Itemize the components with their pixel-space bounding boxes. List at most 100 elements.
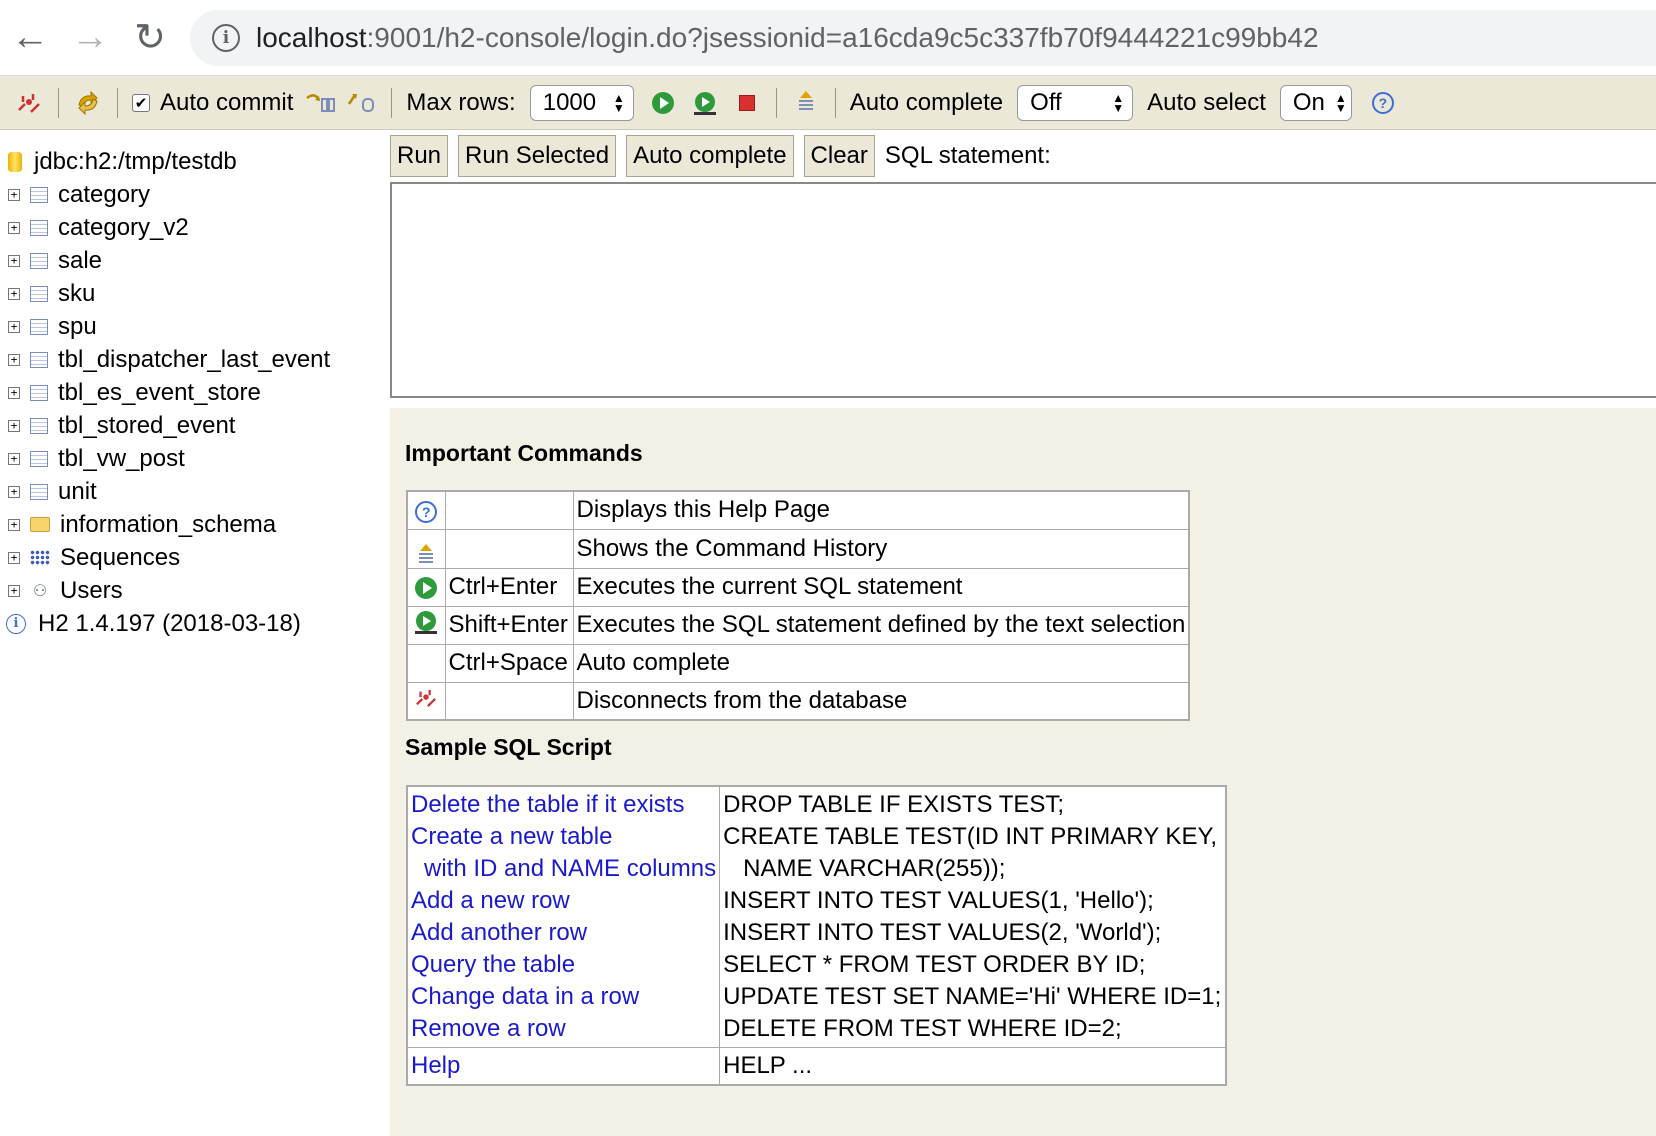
users-label: Users (60, 576, 123, 604)
max-rows-value: 1000 (542, 88, 597, 116)
tree-table-unit[interactable]: + unit (0, 475, 388, 508)
sample-sql-line: UPDATE TEST SET NAME='Hi' WHERE ID=1; (723, 983, 1222, 1010)
sample-link-create[interactable]: Create a new table (411, 823, 612, 850)
command-desc: Shows the Command History (572, 528, 1190, 569)
tree-table-tbl-dispatcher-last-event[interactable]: + tbl_dispatcher_last_event (0, 343, 388, 376)
run-button[interactable]: Run (390, 135, 449, 177)
auto-complete-select[interactable]: Off ▲ ▼ (1017, 84, 1134, 121)
command-desc: Executes the current SQL statement (572, 567, 1190, 607)
command-desc: Executes the SQL statement defined by th… (572, 605, 1190, 645)
auto-select-select[interactable]: On ▲ ▼ (1279, 84, 1352, 121)
sample-link-update[interactable]: Change data in a row (411, 983, 639, 1010)
expand-icon[interactable]: + (8, 188, 20, 201)
sample-link-insert[interactable]: Add a new row (411, 887, 570, 914)
query-bar: Run Run Selected Auto complete Clear SQL… (390, 131, 1656, 181)
sample-sql-line: INSERT INTO TEST VALUES(1, 'Hello'); (723, 887, 1154, 914)
sample-link-insert-another[interactable]: Add another row (411, 919, 587, 946)
commands-table: ? Displays this Help Page Shows the Comm… (406, 490, 1191, 721)
sample-sql-line: CREATE TABLE TEST(ID INT PRIMARY KEY, (723, 823, 1218, 850)
table-label: spu (58, 312, 97, 340)
run-selected-button[interactable]: Run Selected (458, 135, 617, 177)
auto-complete-value: Off (1030, 88, 1062, 116)
query-panel: Run Run Selected Auto complete Clear SQL… (390, 131, 1656, 1136)
tree-table-sku[interactable]: + sku (0, 277, 388, 310)
table-icon (30, 450, 48, 467)
sample-link-delete[interactable]: Remove a row (411, 1015, 566, 1042)
expand-icon[interactable]: + (8, 518, 20, 531)
tree-table-tbl-vw-post[interactable]: + tbl_vw_post (0, 442, 388, 475)
reload-icon[interactable]: ↻ (120, 8, 180, 68)
stop-icon[interactable] (732, 88, 762, 118)
table-label: category (58, 180, 151, 208)
expand-icon[interactable]: + (8, 584, 20, 597)
expand-icon[interactable]: + (8, 287, 20, 300)
command-desc: Displays this Help Page (572, 490, 1190, 530)
expand-icon[interactable]: + (8, 419, 20, 432)
tree-table-tbl-stored-event[interactable]: + tbl_stored_event (0, 409, 388, 442)
tree-table-category-v2[interactable]: + category_v2 (0, 211, 388, 244)
sql-input[interactable] (390, 182, 1656, 398)
table-row: Shows the Command History (406, 528, 1190, 569)
expand-icon[interactable]: + (8, 386, 20, 399)
table-label: category_v2 (58, 213, 189, 241)
expand-icon[interactable]: + (8, 221, 20, 234)
table-icon (30, 417, 48, 434)
expand-icon[interactable]: + (8, 452, 20, 465)
command-key (444, 681, 574, 721)
forward-icon[interactable]: → (60, 8, 120, 68)
tree-table-sale[interactable]: + sale (0, 244, 388, 277)
disconnect-icon[interactable] (14, 88, 44, 118)
expand-icon[interactable]: + (8, 353, 20, 366)
command-key: Ctrl+Enter (444, 567, 574, 607)
auto-complete-button[interactable]: Auto complete (626, 135, 794, 177)
max-rows-label: Max rows: (406, 88, 516, 116)
connection-label: jdbc:h2:/tmp/testdb (34, 147, 237, 175)
table-label: tbl_dispatcher_last_event (58, 345, 331, 373)
command-desc: Disconnects from the database (572, 681, 1190, 721)
sequences-label: Sequences (60, 543, 181, 571)
refresh-icon[interactable] (73, 88, 103, 118)
table-row: Ctrl+Enter Executes the current SQL stat… (406, 567, 1190, 607)
address-bar[interactable]: i localhost:9001/h2-console/login.do?jse… (190, 9, 1656, 66)
tree-table-category[interactable]: + category (0, 178, 388, 211)
max-rows-select[interactable]: 1000 ▲ ▼ (529, 84, 634, 121)
expand-icon[interactable]: + (8, 254, 20, 267)
run-selected-icon (413, 610, 439, 641)
stepper-arrows-icon: ▲ ▼ (1334, 90, 1347, 115)
run-selected-icon[interactable] (690, 88, 720, 118)
command-key: Ctrl+Space (444, 643, 574, 683)
url-path: :9001/h2-console/login.do?jsessionid=a16… (366, 21, 1319, 53)
tree-table-tbl-es-event-store[interactable]: + tbl_es_event_store (0, 376, 388, 409)
sample-sql-line: DELETE FROM TEST WHERE ID=2; (723, 1015, 1122, 1042)
help-icon: ? (415, 501, 438, 524)
help-link[interactable]: Help (411, 1052, 460, 1079)
history-icon[interactable] (791, 88, 821, 118)
sample-sql-line: SELECT * FROM TEST ORDER BY ID; (723, 951, 1146, 978)
tree-users[interactable]: + ⚇ Users (0, 574, 388, 607)
clear-button[interactable]: Clear (803, 135, 875, 177)
auto-commit-checkbox[interactable]: ✔ (132, 93, 150, 112)
sample-link-select[interactable]: Query the table (411, 951, 575, 978)
expand-icon[interactable]: + (8, 551, 20, 564)
tree-connection[interactable]: jdbc:h2:/tmp/testdb (0, 145, 388, 178)
site-info-icon[interactable]: i (212, 23, 240, 52)
expand-icon[interactable]: + (8, 485, 20, 498)
tree-table-spu[interactable]: + spu (0, 310, 388, 343)
command-key (444, 490, 574, 530)
commit-icon[interactable] (347, 88, 377, 118)
tree-sequences[interactable]: + Sequences (0, 541, 388, 574)
sample-sql-line: INSERT INTO TEST VALUES(2, 'World'); (723, 919, 1162, 946)
auto-commit-label: Auto commit (160, 88, 294, 116)
table-icon (30, 219, 48, 236)
sample-link-create-columns[interactable]: with ID and NAME columns (424, 855, 716, 882)
help-icon[interactable]: ? (1371, 91, 1394, 114)
url-host: localhost (256, 21, 367, 53)
auto-select-label: Auto select (1147, 88, 1266, 116)
rollback-icon[interactable] (305, 88, 336, 118)
tree-schema[interactable]: + information_schema (0, 508, 388, 541)
back-icon[interactable]: ← (0, 8, 60, 68)
table-row: Shift+Enter Executes the SQL statement d… (406, 605, 1190, 645)
sample-link-drop[interactable]: Delete the table if it exists (411, 791, 684, 818)
run-icon[interactable] (648, 88, 678, 118)
expand-icon[interactable]: + (8, 320, 20, 333)
